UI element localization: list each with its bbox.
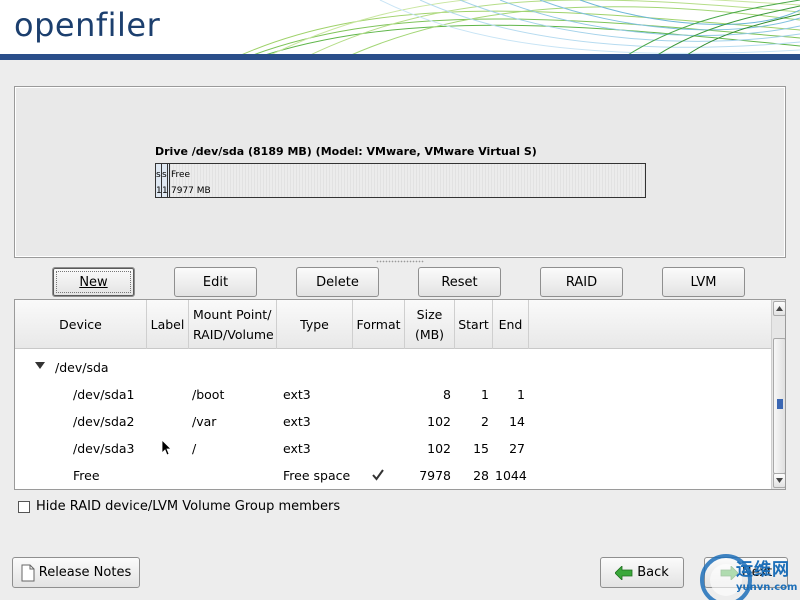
cell-end: 27 bbox=[509, 441, 525, 456]
column-header-device[interactable]: Device bbox=[15, 300, 147, 349]
cell-end: 1 bbox=[517, 387, 525, 402]
segment-bottom-label: 7977 MB bbox=[171, 186, 211, 196]
drive-graph-panel: Drive /dev/sda (8189 MB) (Model: VMware,… bbox=[14, 86, 786, 258]
back-button[interactable]: Back bbox=[600, 557, 684, 588]
table-row-parent[interactable]: /dev/sda bbox=[15, 354, 771, 381]
cell-type: ext3 bbox=[283, 387, 311, 402]
drive-title: Drive /dev/sda (8189 MB) (Model: VMware,… bbox=[155, 145, 537, 158]
raid-button[interactable]: RAID bbox=[540, 267, 623, 297]
reset-button-label: Reset bbox=[441, 274, 478, 290]
cell-size: 7978 bbox=[419, 468, 451, 483]
segment-top-label: s bbox=[156, 170, 161, 180]
cell-mount: / bbox=[192, 441, 197, 456]
cell-size: 8 bbox=[443, 387, 451, 402]
chevron-up-icon bbox=[776, 306, 783, 311]
cell-mount: /var bbox=[192, 414, 217, 429]
scrollbar-grip bbox=[777, 399, 783, 409]
cell-start: 15 bbox=[473, 441, 489, 456]
partition-table[interactable]: Device Label Mount Point/ RAID/Volume Ty… bbox=[14, 299, 786, 490]
document-icon bbox=[21, 564, 35, 581]
cell-device: Free bbox=[73, 468, 100, 483]
cell-end: 1044 bbox=[495, 468, 527, 483]
column-header-start[interactable]: Start bbox=[455, 300, 493, 349]
lvm-button[interactable]: LVM bbox=[662, 267, 745, 297]
table-row[interactable]: /dev/sda1 /boot ext3 8 1 1 bbox=[15, 381, 771, 481]
back-label: Back bbox=[637, 565, 669, 580]
segment-bottom-label: 1 bbox=[162, 186, 168, 196]
segment-bottom-label: 1 bbox=[156, 186, 162, 196]
cell-size: 102 bbox=[427, 414, 451, 429]
cell-device: /dev/sda2 bbox=[73, 414, 135, 429]
hide-members-checkbox[interactable] bbox=[18, 501, 30, 513]
delete-button-label: Delete bbox=[316, 274, 359, 290]
segment-top-label: s bbox=[162, 170, 167, 180]
reset-button[interactable]: Reset bbox=[418, 267, 501, 297]
drive-segment-free[interactable]: Free 7977 MB bbox=[170, 164, 645, 197]
cell-size: 102 bbox=[427, 441, 451, 456]
column-header-mount-point[interactable]: Mount Point/ RAID/Volume bbox=[189, 300, 277, 349]
chevron-down-icon bbox=[776, 478, 783, 483]
table-header: Device Label Mount Point/ RAID/Volume Ty… bbox=[15, 300, 771, 349]
scroll-up-button[interactable] bbox=[773, 301, 785, 316]
cell-type: ext3 bbox=[283, 414, 311, 429]
drive-partition-bar: s 1 s 1 Free 7977 MB bbox=[155, 163, 646, 198]
scroll-down-button[interactable] bbox=[773, 473, 785, 488]
watermark-subtext: yunvn.com bbox=[736, 582, 798, 593]
table-row[interactable]: /dev/sda2 /var ext3 102 2 14 bbox=[15, 408, 771, 435]
cell-type: ext3 bbox=[283, 441, 311, 456]
hide-members-label[interactable]: Hide RAID device/LVM Volume Group member… bbox=[36, 499, 340, 514]
column-header-format[interactable]: Format bbox=[353, 300, 405, 349]
column-header-label[interactable]: Label bbox=[147, 300, 189, 349]
edit-button-label: Edit bbox=[202, 274, 229, 290]
cell-end: 14 bbox=[509, 414, 525, 429]
segment-top-label: Free bbox=[171, 170, 191, 180]
release-notes-label: Release Notes bbox=[38, 565, 132, 580]
mouse-pointer-icon bbox=[162, 440, 172, 456]
delete-button[interactable]: Delete bbox=[296, 267, 379, 297]
openfiler-logo: openfiler bbox=[14, 6, 161, 44]
edit-button[interactable]: Edit bbox=[174, 267, 257, 297]
new-button-label: New bbox=[79, 274, 108, 290]
cell-type: Free space bbox=[283, 468, 351, 483]
parent-device: /dev/sda bbox=[55, 360, 109, 375]
table-scrollbar[interactable] bbox=[771, 300, 785, 489]
table-row[interactable]: /dev/sda3 / ext3 102 15 27 bbox=[15, 435, 771, 462]
watermark-text: 运维网 bbox=[736, 560, 790, 580]
cell-mount: /boot bbox=[192, 387, 225, 402]
pane-resize-grip[interactable] bbox=[376, 260, 424, 263]
raid-button-label: RAID bbox=[565, 274, 598, 290]
table-row[interactable]: Free Free space 7978 28 1044 bbox=[15, 462, 771, 489]
new-button[interactable]: New bbox=[52, 267, 135, 297]
column-header-end[interactable]: End bbox=[493, 300, 529, 349]
header: openfiler bbox=[0, 0, 800, 60]
cell-start: 2 bbox=[481, 414, 489, 429]
column-header-size[interactable]: Size (MB) bbox=[405, 300, 455, 349]
cell-start: 1 bbox=[481, 387, 489, 402]
column-header-type[interactable]: Type bbox=[277, 300, 353, 349]
cell-device: /dev/sda3 bbox=[73, 441, 135, 456]
scrollbar-thumb[interactable] bbox=[773, 338, 785, 474]
back-arrow-icon bbox=[615, 565, 633, 580]
release-notes-button[interactable]: Release Notes bbox=[12, 557, 140, 588]
cell-device: /dev/sda1 bbox=[73, 387, 135, 402]
header-bar bbox=[0, 54, 800, 60]
lvm-button-label: LVM bbox=[690, 274, 717, 290]
cell-start: 28 bbox=[473, 468, 489, 483]
